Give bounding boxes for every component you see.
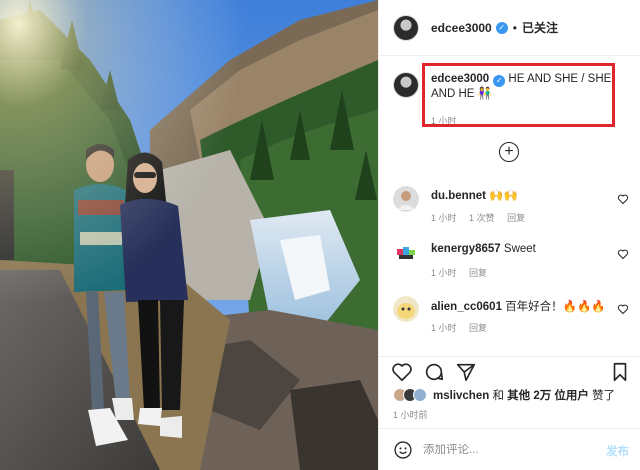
- caption-body: edcee3000 ✓ HE AND SHE / SHE AND HE 👫: [431, 72, 621, 102]
- liker-avatar[interactable]: [413, 388, 427, 402]
- load-more-comments-button[interactable]: +: [499, 142, 519, 162]
- comment-body: du.bennet 🙌🙌: [431, 188, 518, 202]
- comment-time: 1 小时: [431, 323, 457, 333]
- comment-body: kenergy8657 Sweet: [431, 243, 536, 255]
- other-likers-link[interactable]: 其他 2万 位用户: [507, 390, 589, 402]
- reply-button[interactable]: 回复: [469, 268, 487, 278]
- likes-summary: mslivchen 和 其他 2万 位用户 赞了: [393, 386, 615, 404]
- comment-text: 🙌🙌: [489, 190, 518, 202]
- comment-time: 1 小时: [431, 268, 457, 278]
- comment-input[interactable]: [423, 443, 593, 456]
- caption-timestamp: 1 小时: [431, 116, 457, 126]
- commenter-username[interactable]: kenergy8657: [431, 243, 501, 255]
- heart-icon[interactable]: [391, 361, 413, 383]
- post-side-panel: edcee3000 ✓ • 已关注 edcee3000 ✓ HE AND SHE …: [378, 0, 640, 470]
- liker-username[interactable]: mslivchen: [433, 390, 489, 402]
- caption-avatar[interactable]: [393, 72, 419, 98]
- commenter-username[interactable]: du.bennet: [431, 190, 486, 202]
- post-header: edcee3000 ✓ • 已关注: [379, 0, 640, 56]
- likes-conjunction: 和: [489, 390, 508, 402]
- caption-verified-badge-icon: ✓: [493, 75, 506, 87]
- comment-time: 1 小时: [431, 213, 457, 223]
- following-button[interactable]: 已关注: [522, 19, 558, 36]
- comment-text: Sweet: [503, 243, 536, 255]
- smiley-icon[interactable]: [393, 440, 413, 460]
- comment-meta: 1 小时 回复: [431, 266, 497, 279]
- heart-icon[interactable]: [617, 303, 629, 315]
- bookmark-icon[interactable]: [609, 361, 631, 383]
- comment-meta: 1 小时 1 次赞 回复: [431, 211, 535, 224]
- comment-likes-count[interactable]: 1 次赞: [469, 213, 495, 223]
- heart-icon[interactable]: [617, 193, 629, 205]
- separator-dot: •: [512, 20, 517, 35]
- comment-item: du.bennet 🙌🙌 1 小时 1 次赞 回复: [393, 186, 629, 236]
- post-photo[interactable]: [0, 0, 378, 470]
- reply-button[interactable]: 回复: [507, 213, 525, 223]
- send-icon[interactable]: [455, 361, 477, 383]
- comment-bubble-icon[interactable]: [423, 361, 445, 383]
- author-avatar[interactable]: [393, 14, 419, 41]
- commenter-username[interactable]: alien_cc0601: [431, 301, 502, 313]
- comment-text: 百年好合！🔥🔥🔥: [505, 301, 606, 313]
- post-timestamp: 1 小时前: [393, 410, 428, 420]
- likes-text: mslivchen 和 其他 2万 位用户 赞了: [433, 387, 615, 403]
- plus-circle-icon: +: [504, 143, 514, 160]
- post-image: [0, 0, 378, 470]
- action-bar: [379, 356, 640, 386]
- likes-suffix: 赞了: [588, 390, 616, 402]
- author-username[interactable]: edcee3000: [431, 21, 492, 35]
- comment-item: alien_cc0601 百年好合！🔥🔥🔥 1 小时 回复: [393, 296, 629, 346]
- comment-meta: 1 小时 回复: [431, 321, 497, 334]
- commenter-avatar[interactable]: [393, 296, 419, 322]
- heart-icon[interactable]: [617, 248, 629, 260]
- verified-badge-icon: ✓: [495, 21, 508, 34]
- commenter-avatar[interactable]: [393, 241, 419, 267]
- couple-emoji: 👫: [477, 88, 492, 100]
- comment-body: alien_cc0601 百年好合！🔥🔥🔥: [431, 298, 606, 314]
- reply-button[interactable]: 回复: [469, 323, 487, 333]
- caption-username[interactable]: edcee3000: [431, 73, 489, 85]
- post-comment-button[interactable]: 发布: [606, 443, 629, 459]
- commenter-avatar[interactable]: [393, 186, 419, 212]
- add-comment-bar: 发布: [379, 428, 640, 470]
- comment-item: kenergy8657 Sweet 1 小时 回复: [393, 241, 629, 291]
